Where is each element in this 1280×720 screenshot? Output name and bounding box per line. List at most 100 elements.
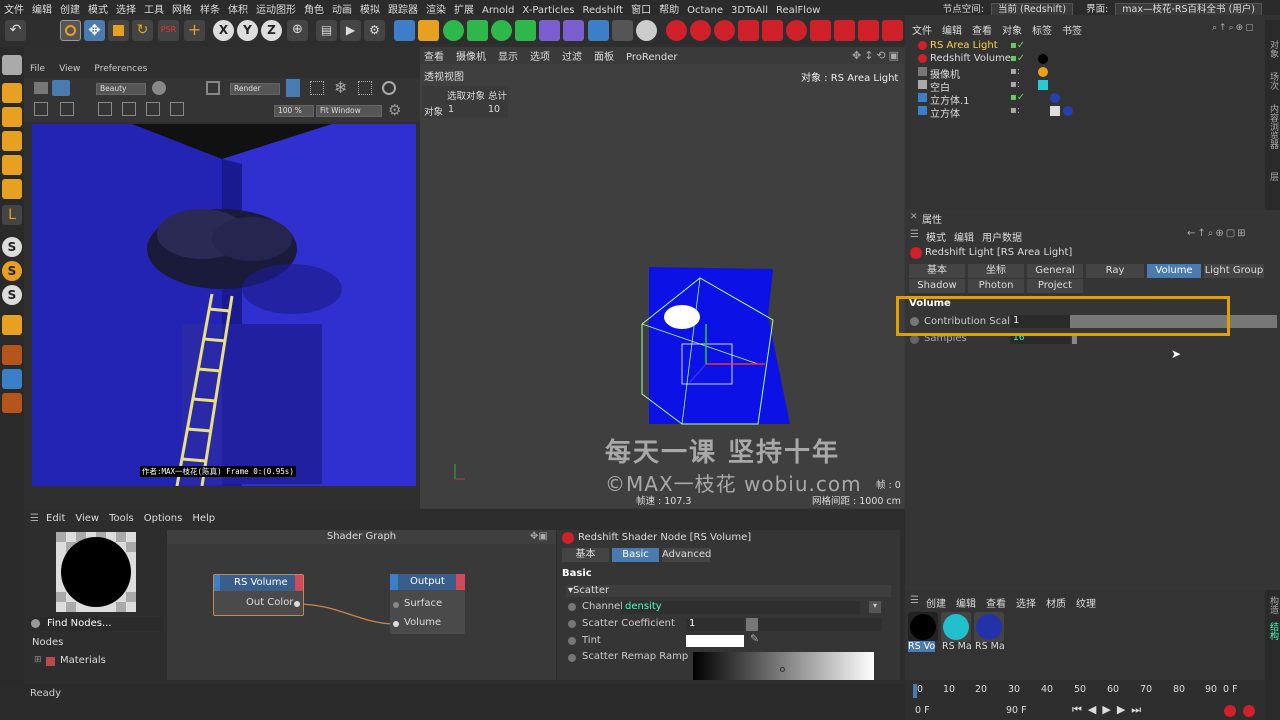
fit-dropdown[interactable]: Fit Window [316, 105, 382, 117]
checker-icon[interactable] [2, 369, 22, 389]
z-axis-icon[interactable]: Z [261, 20, 282, 41]
x-axis-icon[interactable]: X [213, 20, 234, 41]
vp-menu-prorender[interactable]: ProRender [626, 52, 677, 63]
channel-field[interactable]: density [622, 601, 860, 614]
bend-icon[interactable] [563, 20, 584, 41]
menu-mesh[interactable]: 网格 [168, 0, 196, 15]
ir-menu-preferences[interactable]: Preferences [94, 64, 147, 74]
visibility-dots-icon[interactable]: ▪: [1010, 66, 1020, 77]
mat-menu-view[interactable]: 查看 [986, 599, 1006, 610]
y-axis-icon[interactable]: Y [237, 20, 258, 41]
light-icon[interactable] [636, 20, 657, 41]
scatter-group-header[interactable]: ▾Scatter [566, 585, 891, 597]
volume-port[interactable]: Volume [404, 617, 441, 628]
materials-tree-item[interactable]: Materials [60, 655, 106, 666]
menu-redshift[interactable]: Redshift [578, 4, 627, 15]
side-tab-layers[interactable]: 层 [1267, 172, 1280, 181]
tag-icon[interactable] [1038, 80, 1048, 90]
menu-simulate[interactable]: 模拟 [356, 0, 384, 15]
cloner-icon[interactable] [491, 20, 512, 41]
menu-edit[interactable]: 编辑 [28, 0, 56, 15]
copy-icon[interactable] [170, 102, 184, 116]
side-tab-layers-bottom[interactable]: 结构 [1267, 622, 1280, 640]
output-node[interactable]: Output Surface Volume [390, 574, 465, 634]
sphere-icon[interactable] [152, 81, 166, 95]
move-tool-icon[interactable]: ✥ [84, 20, 105, 41]
visibility-dots-icon[interactable]: ▪: [1010, 79, 1020, 90]
visibility-check-icon[interactable]: ▪✓ [1010, 92, 1025, 103]
obj-menu-bookmarks[interactable]: 书签 [1062, 26, 1082, 37]
start-frame-field[interactable]: 0 F [915, 705, 930, 716]
ramp-knot[interactable] [780, 667, 785, 672]
edges-mode-icon[interactable] [2, 155, 22, 175]
settings-gear-icon[interactable]: ⚙ [388, 101, 401, 119]
circle-icon[interactable] [382, 81, 396, 95]
playback-controls[interactable]: ⏮◀▶▶⏭ [1072, 703, 1147, 717]
material-tag-icon[interactable] [1038, 54, 1048, 64]
redshift-tool-7-icon[interactable] [810, 20, 831, 41]
sg-menu-tools[interactable]: Tools [109, 513, 134, 524]
pen-icon[interactable] [418, 20, 439, 41]
snap-settings-icon[interactable]: S [2, 261, 22, 281]
ns-tab-advanced[interactable]: Advanced [662, 548, 711, 562]
menu-spline[interactable]: 样条 [196, 0, 224, 15]
sg-menu-help[interactable]: Help [192, 513, 215, 524]
port-icon[interactable] [393, 621, 399, 627]
menu-animate[interactable]: 动画 [328, 0, 356, 15]
redshift-tool-4-icon[interactable] [738, 20, 759, 41]
find-nodes-input[interactable]: Find Nodes... [28, 617, 163, 631]
vp-menu-view[interactable]: 查看 [424, 52, 444, 63]
out-color-port[interactable]: Out Color [246, 597, 293, 608]
tree-expand-icon[interactable]: ⊞ [34, 655, 42, 665]
attribute-nav-icons[interactable]: ←↑⌕⊕▢⊞ [1187, 228, 1248, 239]
scale-tool-icon[interactable] [108, 20, 129, 41]
workplane-icon[interactable] [2, 315, 22, 335]
material-swatch[interactable] [974, 612, 1004, 642]
redshift-tool-8-icon[interactable] [834, 20, 855, 41]
obj-menu-tags[interactable]: 标签 [1032, 26, 1052, 37]
transform-tool-icon[interactable]: PSR [158, 20, 179, 41]
side-tab-takes[interactable]: 场次 [1267, 72, 1280, 90]
axis-mode-icon[interactable]: L [2, 205, 22, 225]
object-row[interactable]: 摄像机 ▪: [918, 66, 1248, 81]
material-swatch[interactable] [908, 612, 938, 642]
tint-color-swatch[interactable] [686, 635, 744, 647]
object-search-icons[interactable]: ⌕↑⌕⊕▢ [1212, 23, 1256, 33]
ir-menu-file[interactable]: File [30, 64, 45, 74]
undo-icon[interactable]: ↶ [5, 20, 26, 41]
sg-menu-edit[interactable]: Edit [46, 513, 65, 524]
menu-arnold[interactable]: Arnold [478, 4, 518, 15]
object-row[interactable]: Redshift Volume ▪✓ [918, 53, 1248, 66]
mat-menu-select[interactable]: 选择 [1016, 599, 1036, 610]
hamburger-icon[interactable]: ☰ [30, 513, 39, 524]
tab-volume[interactable]: Volume [1147, 264, 1201, 278]
vp-menu-options[interactable]: 选项 [530, 52, 550, 63]
redshift-tool-9-icon[interactable] [858, 20, 879, 41]
solo-icon[interactable] [2, 393, 22, 413]
material-tag-icon[interactable] [1050, 93, 1060, 103]
vp-menu-cameras[interactable]: 摄像机 [456, 52, 486, 63]
autokey-icon[interactable] [1243, 705, 1255, 717]
redshift-tool-6-icon[interactable] [786, 20, 807, 41]
keyframe-icon[interactable] [568, 603, 576, 611]
points-mode-icon[interactable] [2, 131, 22, 151]
vp-menu-display[interactable]: 显示 [498, 52, 518, 63]
expand-icon[interactable]: ✥▣ [530, 531, 548, 542]
ns-tab-basic[interactable]: Basic [612, 548, 659, 562]
scatter-coefficient-field[interactable]: 1 [686, 618, 744, 631]
tab-basic[interactable]: 基本 [909, 264, 965, 278]
menu-mode[interactable]: 模式 [84, 0, 112, 15]
texture-mode-icon[interactable] [2, 107, 22, 127]
snapshot-icon[interactable] [34, 82, 48, 94]
region-icon[interactable] [358, 81, 372, 95]
quantize-icon[interactable]: S [2, 285, 22, 305]
volume-builder-icon[interactable] [515, 20, 536, 41]
deformer-icon[interactable] [539, 20, 560, 41]
coordinate-system-icon[interactable]: ⊕ [287, 20, 308, 41]
redshift-tool-10-icon[interactable] [882, 20, 903, 41]
rotate-tool-icon[interactable]: ↻ [132, 20, 153, 41]
visibility-check-icon[interactable]: ▪✓ [1010, 40, 1025, 51]
ir-menu-view[interactable]: View [59, 64, 80, 74]
visibility-dots-icon[interactable]: ▪: [1010, 105, 1020, 116]
overlay-icon[interactable] [146, 102, 160, 116]
